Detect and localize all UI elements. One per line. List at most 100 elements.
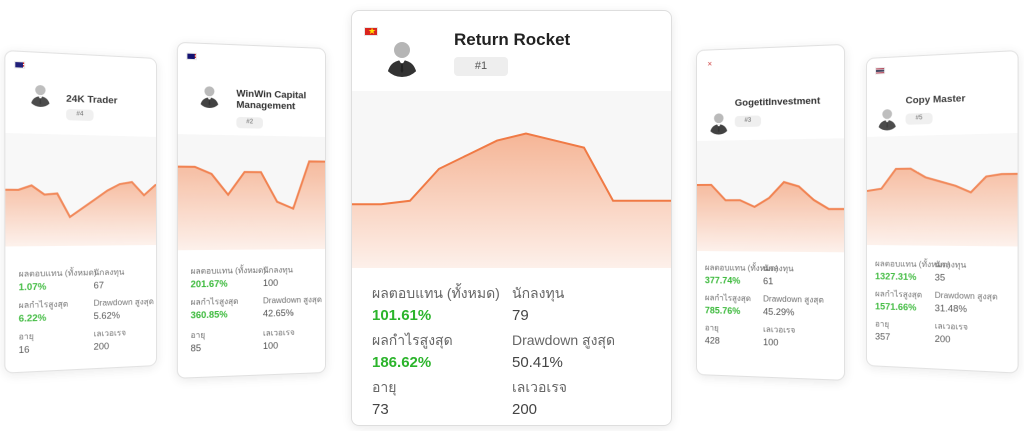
malaysia-flag-icon: [14, 61, 25, 69]
stat-label: ผลตอบแทน (ทั้งหมด): [191, 264, 266, 278]
stat-leverage: เลเวอเรจ 200: [512, 377, 567, 418]
stat-leverage: เลเวอเรจ 200: [935, 319, 968, 345]
stat-label: ผลกำไรสูงสุด: [19, 297, 69, 312]
stat-leverage: เลเวอเรจ 100: [263, 326, 295, 351]
stat-label: Drawdown สูงสุด: [512, 330, 615, 352]
stat-max-profit: ผลกำไรสูงสุด 785.76%: [705, 291, 751, 316]
stat-label: อายุ: [19, 330, 34, 344]
trader-card[interactable]: WinWin Capital Management #2 ผลตอบแทน (ท…: [177, 42, 326, 379]
stat-label: นักลงทุน: [763, 262, 794, 276]
stat-value: 186.62%: [372, 354, 453, 371]
stat-value: 6.22%: [19, 312, 69, 324]
stat-label: นักลงทุน: [263, 263, 293, 277]
stat-value: 201.67%: [191, 278, 266, 289]
rank-badge: #3: [735, 115, 761, 127]
stat-value: 360.85%: [191, 309, 239, 320]
stat-label: อายุ: [191, 328, 206, 342]
stat-investors: นักลงทุน 79: [512, 283, 564, 324]
stat-value: 16: [19, 344, 34, 355]
vietnam-flag-icon: [364, 27, 378, 36]
stat-label: เลเวอเรจ: [935, 319, 968, 334]
stat-value: 357: [875, 331, 890, 342]
stat-max-profit: ผลกำไรสูงสุด 360.85%: [191, 295, 239, 321]
chart-area: [178, 160, 325, 251]
avatar-icon: [382, 37, 422, 77]
trader-name: WinWin Capital Management: [236, 88, 321, 113]
stat-drawdown: Drawdown สูงสุด 5.62%: [94, 295, 154, 321]
avatar-icon: [707, 110, 731, 135]
stat-label: อายุ: [875, 317, 890, 331]
stat-value: 79: [512, 307, 564, 324]
stat-value: 200: [94, 340, 126, 352]
trader-name: Return Rocket: [454, 30, 570, 50]
rank-badge: #5: [906, 113, 933, 125]
stat-label: Drawdown สูงสุด: [94, 295, 154, 310]
stat-investors: นักลงทุน 100: [263, 263, 293, 288]
stat-investors: นักลงทุน 67: [94, 266, 125, 291]
stat-value: 61: [763, 276, 794, 287]
stat-value: 101.61%: [372, 307, 500, 324]
stat-label: Drawdown สูงสุด: [935, 289, 998, 304]
stat-leverage: เลเวอเรจ 100: [763, 323, 795, 348]
stat-label: ผลกำไรสูงสุด: [705, 291, 751, 305]
stat-label: อายุ: [372, 377, 396, 399]
trader-card[interactable]: × GogetitInvestment #3 ผลตอบแทน (ทั้งหมด…: [696, 44, 845, 381]
stat-max-profit: ผลกำไรสูงสุด 6.22%: [19, 297, 69, 323]
stat-leverage: เลเวอเรจ 200: [94, 326, 126, 352]
trader-card[interactable]: Copy Master #5 ผลตอบแทน (ทั้งหมด) 1327.31…: [866, 50, 1019, 374]
stat-investors: นักลงทุน 61: [763, 262, 794, 287]
avatar-icon: [197, 83, 222, 108]
stat-value: 1.07%: [19, 280, 97, 292]
stat-value: 45.29%: [763, 306, 824, 318]
chart-svg: [5, 133, 156, 246]
close-flag-icon: ×: [705, 59, 715, 66]
stat-value: 100: [763, 337, 795, 348]
trader-card-featured[interactable]: Return Rocket #1 ผลตอบแทน (ทั้งหมด) 101.6…: [351, 10, 672, 426]
malaysia-flag-icon: [186, 53, 197, 61]
trader-name: 24K Trader: [66, 93, 117, 106]
stat-label: เลเวอเรจ: [763, 323, 795, 337]
stat-max-profit: ผลกำไรสูงสุด 186.62%: [372, 330, 453, 371]
stat-label: นักลงทุน: [94, 266, 125, 280]
stat-label: เลเวอเรจ: [94, 326, 126, 340]
stat-age: อายุ 73: [372, 377, 396, 418]
chart-svg: [352, 91, 671, 268]
stat-value: 85: [191, 343, 206, 354]
stat-label: ผลกำไรสูงสุด: [372, 330, 453, 352]
stat-drawdown: Drawdown สูงสุด 31.48%: [935, 289, 998, 316]
chart-area: [5, 181, 156, 247]
stat-value: 1571.66%: [875, 301, 922, 313]
stat-age: อายุ 16: [19, 330, 34, 356]
performance-chart: [178, 134, 325, 250]
stat-drawdown: Drawdown สูงสุด 50.41%: [512, 330, 615, 371]
stat-max-profit: ผลกำไรสูงสุด 1571.66%: [875, 287, 922, 313]
stat-age: อายุ 85: [191, 328, 206, 353]
stat-return: ผลตอบแทน (ทั้งหมด) 101.61%: [372, 283, 500, 324]
stat-value: 100: [263, 278, 293, 289]
chart-svg: [178, 134, 325, 250]
stat-label: อายุ: [705, 321, 720, 334]
stat-label: Drawdown สูงสุด: [263, 293, 322, 307]
trader-name: GogetitInvestment: [735, 95, 820, 109]
trader-carousel: 24K Trader #4 ผลตอบแทน (ทั้งหมด) 1.07% นั…: [0, 0, 1024, 431]
trader-card[interactable]: 24K Trader #4 ผลตอบแทน (ทั้งหมด) 1.07% นั…: [4, 50, 157, 374]
rank-badge: #1: [454, 57, 508, 76]
chart-svg: [867, 133, 1018, 246]
stat-investors: นักลงทุน 35: [935, 258, 967, 283]
stat-label: Drawdown สูงสุด: [763, 292, 824, 307]
stat-value: 785.76%: [705, 305, 751, 316]
stat-return: ผลตอบแทน (ทั้งหมด) 1.07%: [19, 266, 97, 292]
stat-value: 42.65%: [263, 307, 322, 318]
chart-svg: [697, 138, 844, 252]
trader-name: Copy Master: [906, 93, 966, 107]
avatar-icon: [27, 81, 53, 107]
stat-value: 73: [372, 401, 396, 418]
thailand-flag-icon: [875, 67, 885, 75]
rank-badge: #4: [66, 109, 93, 121]
stat-label: เลเวอเรจ: [263, 326, 295, 340]
stat-label: ผลกำไรสูงสุด: [875, 287, 922, 301]
stat-return: ผลตอบแทน (ทั้งหมด) 201.67%: [191, 264, 266, 290]
performance-chart: [697, 138, 844, 252]
avatar-icon: [875, 106, 899, 131]
performance-chart: [352, 91, 671, 268]
